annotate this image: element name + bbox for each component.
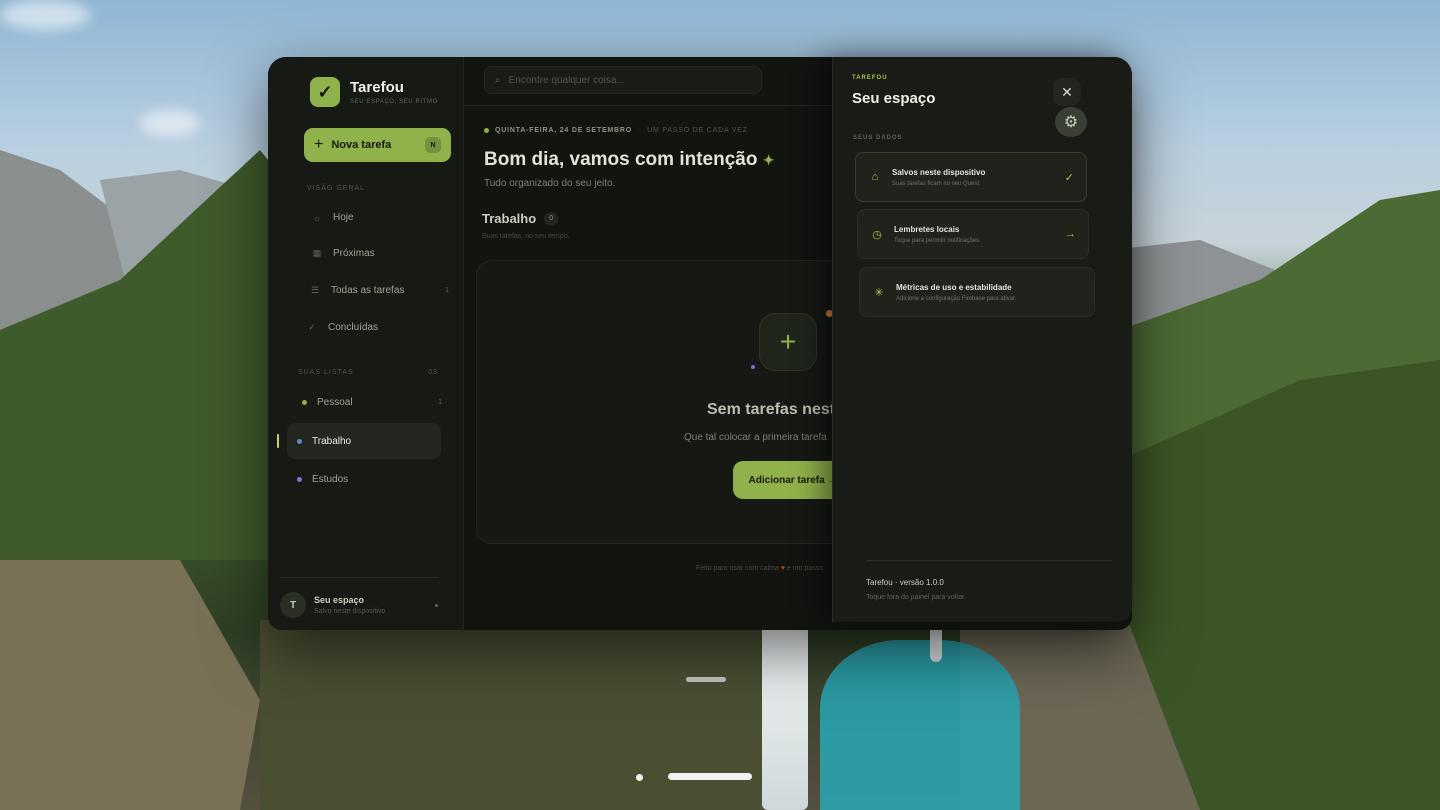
empty-state-title: Sem tarefas nesta — [707, 401, 844, 418]
close-hint: Toque fora do painel para voltar. — [866, 594, 967, 601]
lists-section-header: Suas listas 03 — [298, 369, 438, 376]
status-dot — [435, 603, 438, 607]
list-icon: ☰ — [310, 285, 320, 295]
lists-section-label: Suas listas — [298, 369, 354, 376]
option-saved-on-device[interactable]: ⌂ Salvos neste dispositivo Suas tarefas … — [855, 152, 1087, 202]
brand: ✓ Tarefou Seu espaço, seu ritmo — [310, 77, 438, 107]
current-date: Quinta-feira, 24 de setembro — [495, 127, 633, 134]
option-local-reminders[interactable]: ◷ Lembretes locais Toque para permitir n… — [857, 209, 1089, 259]
sidebar-item-label: Próximas — [333, 248, 375, 259]
footer-text: Feito para usar com calma — [696, 565, 779, 572]
system-home-bar[interactable] — [668, 773, 752, 780]
system-dot[interactable] — [636, 774, 643, 781]
user-name: Seu espaço — [314, 595, 365, 605]
new-task-label: Nova tarefa — [331, 139, 392, 151]
home-icon: ⌂ — [871, 171, 879, 183]
settings-panel: Tarefou Seu espaço ✕ ⚙ Seus dados ⌂ Salv… — [832, 57, 1132, 622]
calendar-icon: ▦ — [312, 248, 322, 258]
new-task-button[interactable]: + Nova tarefa N — [304, 128, 451, 162]
decor-dot — [751, 365, 755, 369]
greeting-text: Bom dia, vamos com intenção — [484, 149, 758, 170]
check-icon: ✓ — [308, 322, 316, 332]
sun-icon: ☼ — [312, 212, 322, 223]
sparkle-icon: ✳ — [874, 286, 884, 299]
logo-check-icon: ✓ — [310, 77, 340, 107]
option-usage-metrics[interactable]: ✳ Métricas de uso e estabilidade Adicion… — [859, 267, 1095, 317]
search-bar[interactable]: ⌕ — [484, 66, 762, 94]
list-item-label: Trabalho — [312, 435, 352, 447]
user-status: Salvo neste dispositivo — [314, 608, 386, 615]
shortcut-badge: N — [425, 137, 441, 153]
panel-brand: Tarefou — [852, 75, 888, 81]
waterfall — [762, 625, 808, 810]
option-title: Lembretes locais — [894, 224, 960, 234]
panel-section-label: Seus dados — [853, 135, 903, 141]
avatar: T — [280, 592, 306, 618]
sidebar-item-concluidas[interactable]: ✓ Concluídas — [306, 322, 446, 333]
overview-section-label: Visão geral — [307, 185, 366, 192]
option-subtitle: Suas tarefas ficam no seu Quest. — [892, 180, 981, 187]
list-item-label: Pessoal — [317, 397, 353, 408]
sidebar-item-label: Todas as tarefas — [331, 285, 405, 296]
search-input[interactable] — [508, 74, 739, 86]
sidebar-item-label: Hoje — [333, 212, 354, 223]
active-indicator — [277, 434, 279, 448]
list-header: Trabalho 0 — [482, 211, 559, 226]
sidebar-item-label: Concluídas — [328, 322, 379, 333]
date-row: Quinta-feira, 24 de setembro · Um passo … — [484, 127, 748, 134]
greeting-title: Bom dia, vamos com intenção ✦ — [484, 149, 774, 171]
list-color-dot — [297, 477, 302, 482]
close-icon: ✕ — [1061, 83, 1073, 100]
list-item-count: 1 — [438, 399, 442, 406]
lists-count: 03 — [428, 369, 438, 376]
app-version: Tarefou · versão 1.0.0 — [866, 578, 944, 587]
list-color-dot — [297, 438, 302, 444]
greeting-subtitle: Tudo organizado do seu jeito. — [484, 178, 616, 189]
list-title: Trabalho — [482, 211, 537, 226]
option-subtitle: Adicione a configuração Firebase para at… — [896, 295, 1017, 302]
window-grab-handle[interactable] — [686, 677, 726, 682]
search-icon: ⌕ — [495, 74, 501, 86]
arrow-right-icon: → — [1065, 228, 1076, 240]
plus-icon: + — [314, 136, 324, 153]
brand-tagline: Seu espaço, seu ritmo — [350, 99, 438, 105]
settings-button[interactable]: ⚙ — [1055, 107, 1087, 137]
empty-state-subtitle: Que tal colocar a primeira tarefa — [684, 432, 827, 443]
date-separator: · — [638, 127, 642, 134]
date-motto: Um passo de cada vez — [647, 127, 748, 134]
panel-title: Seu espaço — [852, 90, 936, 107]
list-color-dot — [302, 400, 307, 405]
panel-divider — [866, 560, 1112, 561]
option-title: Métricas de uso e estabilidade — [896, 282, 1012, 292]
list-item-trabalho[interactable]: Trabalho — [287, 423, 441, 459]
river — [820, 640, 1020, 810]
sparkle-icon: ✦ — [762, 152, 775, 168]
sidebar-item-proximas[interactable]: ▦ Próximas — [311, 248, 451, 259]
list-subtitle: Suas tarefas, no seu tempo. — [482, 233, 570, 240]
checkmark-icon: ✓ — [1064, 171, 1074, 184]
task-count-badge: 0 — [544, 211, 559, 226]
list-item-label: Estudos — [312, 474, 349, 485]
add-plus-icon[interactable]: + — [759, 313, 817, 371]
close-button[interactable]: ✕ — [1053, 78, 1081, 106]
sidebar-item-count: 1 — [445, 287, 449, 294]
footer-text-after: e um passo — [786, 565, 824, 572]
footer-note: Feito para usar com calma ♥ e um passo — [696, 565, 823, 572]
option-title: Salvos neste dispositivo — [892, 167, 986, 177]
today-dot — [484, 128, 489, 133]
list-item-pessoal[interactable]: Pessoal 1 — [302, 397, 442, 408]
option-subtitle: Toque para permitir notificações. — [894, 237, 981, 244]
sidebar-item-hoje[interactable]: ☼ Hoje — [311, 212, 451, 223]
sidebar: ✓ Tarefou Seu espaço, seu ritmo + Nova t… — [268, 57, 464, 630]
heart-icon: ♥ — [780, 565, 785, 572]
clock-icon: ◷ — [872, 228, 882, 241]
user-profile[interactable]: T Seu espaço Salvo neste dispositivo — [280, 577, 438, 618]
sidebar-item-todas[interactable]: ☰ Todas as tarefas 1 — [309, 285, 449, 296]
gear-icon: ⚙ — [1063, 114, 1079, 131]
brand-name: Tarefou — [350, 79, 404, 96]
list-item-estudos[interactable]: Estudos — [297, 474, 437, 485]
